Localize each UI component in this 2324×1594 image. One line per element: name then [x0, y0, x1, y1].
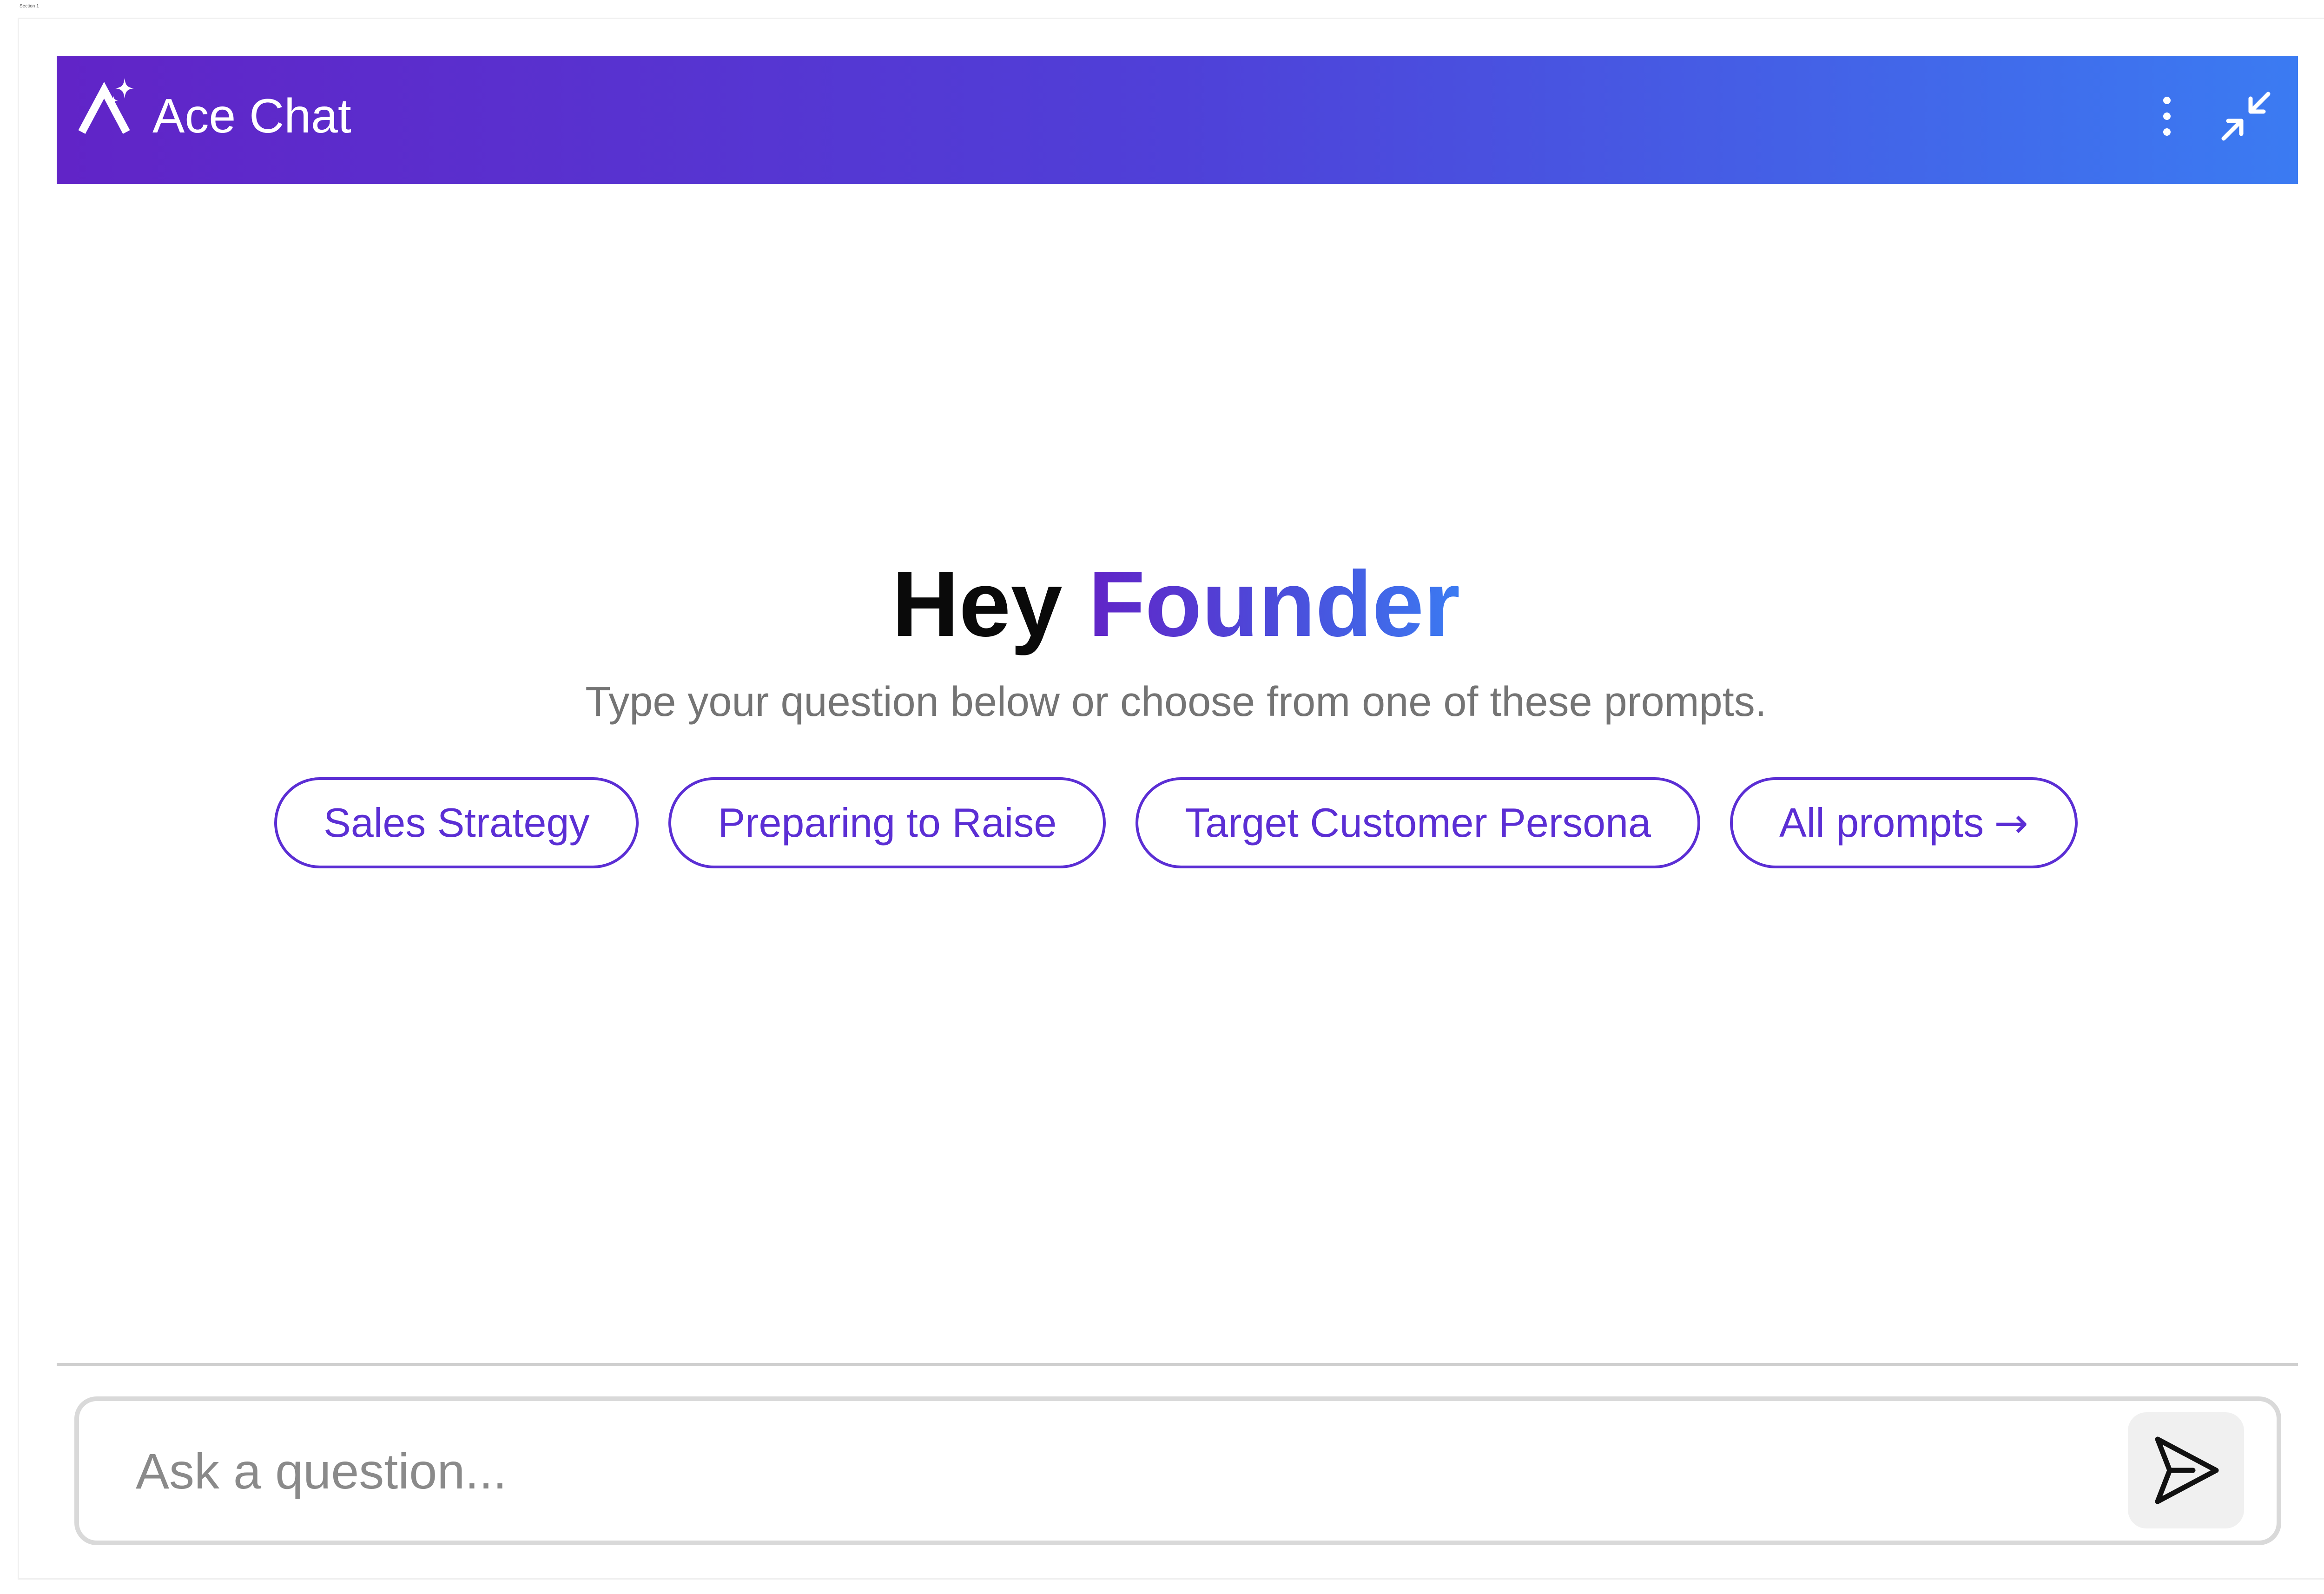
prompt-chip-label: Sales Strategy: [324, 800, 590, 846]
greeting-name: Founder: [1088, 552, 1460, 656]
greeting-heading: Hey Founder: [0, 549, 2324, 660]
question-input[interactable]: [135, 1424, 2115, 1517]
send-button[interactable]: [2128, 1412, 2244, 1528]
section-tag: Section 1: [20, 4, 39, 9]
vertical-dots-glyph: [2163, 97, 2171, 136]
send-icon: [2155, 1436, 2219, 1504]
collapse-arrows-icon[interactable]: [2213, 84, 2278, 149]
prompt-chip-label: All prompts: [1779, 800, 1984, 846]
composer-divider: [57, 1363, 2298, 1366]
prompt-chip-label: Target Customer Persona: [1185, 800, 1651, 846]
prompt-chip-target-customer-persona[interactable]: Target Customer Persona: [1136, 777, 1700, 868]
page: Section 1 Ace Chat Hey Founder Type your…: [0, 0, 2324, 1594]
ace-logo-icon: [78, 78, 134, 134]
chat-header: Ace Chat: [57, 56, 2298, 184]
prompt-chip-preparing-to-raise[interactable]: Preparing to Raise: [668, 777, 1106, 868]
prompt-chip-sales-strategy[interactable]: Sales Strategy: [274, 777, 639, 868]
composer: [74, 1396, 2281, 1545]
prompt-chip-label: Preparing to Raise: [718, 800, 1057, 846]
prompt-chips: Sales Strategy Preparing to Raise Target…: [0, 777, 2324, 870]
arrow-right-icon: →: [1994, 799, 2028, 847]
greeting-subtitle: Type your question below or choose from …: [585, 679, 1767, 725]
app-title: Ace Chat: [152, 89, 351, 143]
greeting-prefix: Hey: [891, 552, 1063, 656]
vertical-dots-icon[interactable]: [2148, 84, 2185, 149]
all-prompts-button[interactable]: All prompts →: [1730, 777, 2078, 868]
